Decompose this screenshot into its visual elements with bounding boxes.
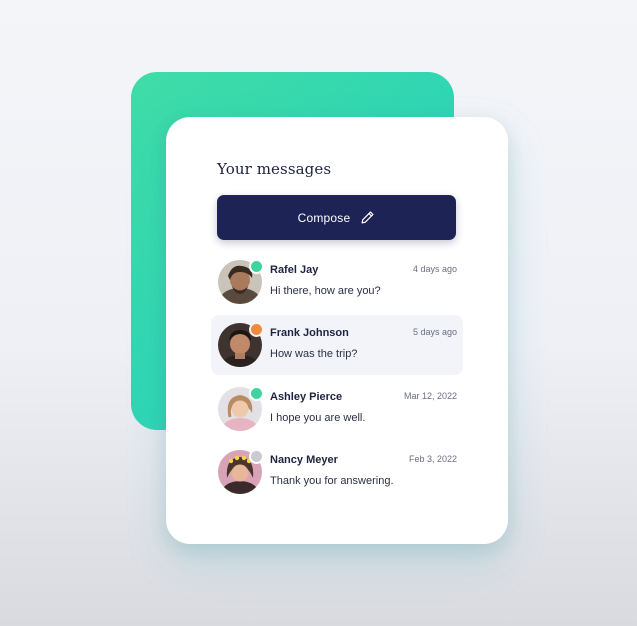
panel-title: Your messages [217,160,332,178]
compose-button[interactable]: Compose [217,195,456,240]
avatar-container [218,322,264,367]
avatar-container [218,386,264,431]
message-time: 4 days ago [412,264,457,274]
pencil-icon [360,210,375,225]
message-preview: How was the trip? [270,348,358,360]
message-time: Feb 3, 2022 [408,454,457,464]
contact-name: Nancy Meyer [270,454,338,466]
message-item[interactable]: Nancy Meyer Feb 3, 2022 Thank you for an… [211,442,463,502]
message-preview: I hope you are well. [270,412,366,424]
status-away-dot [249,322,264,337]
contact-name: Frank Johnson [270,327,349,339]
compose-button-label: Compose [297,210,351,225]
status-online-dot [249,259,264,274]
message-item[interactable]: Ashley Pierce Mar 12, 2022 I hope you ar… [211,379,463,439]
message-preview: Thank you for answering. [270,475,394,487]
contact-name: Rafel Jay [270,264,319,276]
message-item[interactable]: Frank Johnson 5 days ago How was the tri… [211,315,463,375]
status-online-dot [249,386,264,401]
message-time: 5 days ago [412,327,457,337]
message-item[interactable]: Rafel Jay 4 days ago Hi there, how are y… [211,252,463,312]
avatar-container [218,259,264,304]
contact-name: Ashley Pierce [270,391,343,403]
message-time: Mar 12, 2022 [403,391,457,401]
avatar-container [218,449,264,494]
messages-panel: Your messages Compose Rafel Jay 4 days a… [166,117,508,544]
message-preview: Hi there, how are you? [270,285,381,297]
status-offline-dot [249,449,264,464]
